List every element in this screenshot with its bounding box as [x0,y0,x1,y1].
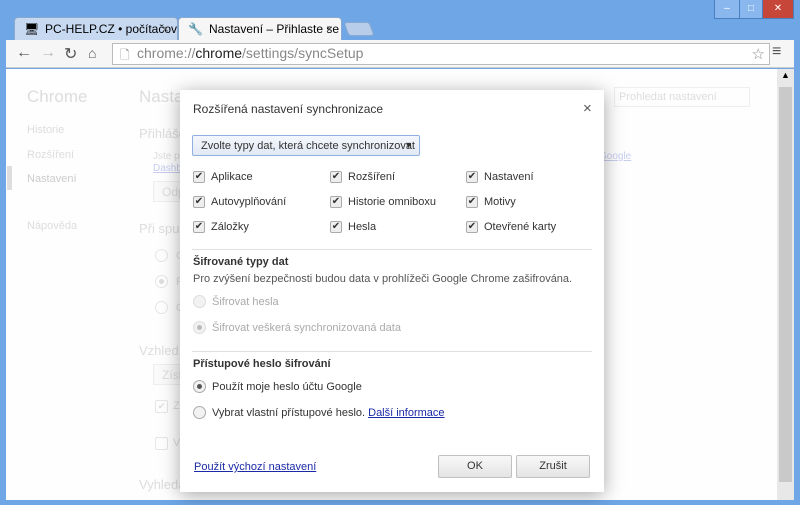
datatype-label: Otevřené karty [484,221,557,233]
menu-icon[interactable]: ≡ [772,43,781,61]
sidebar-item-settings[interactable]: Nastavení [27,173,77,185]
maximize-button[interactable]: □ [739,0,763,19]
custom-passphrase-radio[interactable] [193,406,206,419]
home-button[interactable]: ⌂ [88,45,96,61]
datatype-checkbox[interactable]: ✔ [466,171,478,183]
brand-title: Chrome [27,87,88,106]
use-google-password-radio[interactable] [193,380,206,393]
tab-pc-help[interactable]: 🖥 PC-HELP.CZ • počítačové × [14,17,178,41]
scrollbar[interactable]: ▲ [777,69,794,500]
datatype-label: Aplikace [211,171,253,183]
sidebar-item-extensions[interactable]: Rozšíření [27,149,74,161]
encrypted-heading: Šifrované typy dat [193,256,289,268]
datatype-checkbox[interactable]: ✔ [330,221,342,233]
toolbar: ← → ↻ ⌂ 🗋 chrome://chrome/settings/syncS… [6,40,794,68]
chevron-down-icon: ▼ [404,140,413,150]
show-home-label: Z [173,400,180,412]
dashboard-link[interactable]: Dashb [153,163,182,174]
wrench-icon: 🔧 [188,22,203,36]
sidebar-item-help[interactable]: Nápověda [27,220,77,232]
datatype-label: Motivy [484,196,516,208]
back-button[interactable]: ← [16,44,32,62]
cancel-button[interactable]: Zrušit [516,455,590,478]
startup-radio[interactable] [155,275,168,288]
divider [192,249,592,250]
tab-title: PC-HELP.CZ • počítačové [45,22,178,36]
datatype-label: Nastavení [484,171,534,183]
encrypted-description: Pro zvýšení bezpečnosti budou data v pro… [193,273,573,285]
startup-radio[interactable] [155,301,168,314]
tab-settings[interactable]: 🔧 Nastavení – Přihlaste se pc × [178,17,342,42]
passphrase-heading: Přístupové heslo šifrování [193,358,331,370]
datatype-checkbox[interactable]: ✔ [466,196,478,208]
datatype-checkbox[interactable]: ✔ [466,221,478,233]
sync-settings-dialog: Rozšířená nastavení synchronizace × Zvol… [180,90,604,492]
datatype-checkbox[interactable]: ✔ [193,171,205,183]
datatype-label: Historie omniboxu [348,196,437,208]
close-icon[interactable]: × [583,100,592,117]
section-appearance: Vzhled [139,343,179,358]
datatype-label: Rozšíření [348,171,396,183]
section-search: Vyhledá [139,477,186,492]
use-defaults-link[interactable]: Použít výchozí nastavení [194,461,316,473]
encrypt-passwords-label: Šifrovat hesla [212,296,279,308]
new-tab-button[interactable] [343,22,375,36]
dropdown-label: Zvolte typy dat, která chcete synchroniz… [201,140,415,152]
datatype-checkbox[interactable]: ✔ [193,221,205,233]
forward-button[interactable]: → [40,44,56,62]
custom-passphrase-label: Vybrat vlastní přístupové heslo. [212,407,366,419]
reload-button[interactable]: ↻ [64,44,77,64]
datatype-checkbox[interactable]: ✔ [330,171,342,183]
divider [192,351,592,352]
star-icon[interactable]: ☆ [752,45,765,63]
ok-button[interactable]: OK [438,455,512,478]
dialog-title: Rozšířená nastavení synchronizace [193,102,384,116]
encrypt-all-radio[interactable] [193,321,206,334]
signin-text: Jste p [153,151,180,162]
startup-radio[interactable] [155,249,168,262]
encrypt-passwords-radio[interactable] [193,295,206,308]
scroll-up-icon[interactable]: ▲ [781,70,790,80]
show-home-checkbox[interactable]: ✔ [155,400,168,413]
encrypt-all-label: Šifrovat veškerá synchronizovaná data [212,322,401,334]
tab-title: Nastavení – Přihlaste se pc [209,22,342,36]
datatype-checkbox[interactable]: ✔ [330,196,342,208]
search-settings-input[interactable]: Prohledat nastavení [614,87,750,107]
datatype-label: Autovyplňování [211,196,287,208]
datatype-label: Hesla [348,221,377,233]
close-tab-icon[interactable]: × [326,22,333,36]
learn-more-link[interactable]: Další informace [368,407,444,419]
datatype-label: Záložky [211,221,249,233]
sidebar-item-history[interactable]: Historie [27,124,64,136]
scrollbar-thumb[interactable] [779,87,792,482]
minimize-button[interactable]: – [714,0,740,19]
close-tab-icon[interactable]: × [162,22,169,36]
datatype-dropdown[interactable]: Zvolte typy dat, která chcete synchroniz… [192,135,420,156]
datatype-checkbox[interactable]: ✔ [193,196,205,208]
page-icon: 🗋 [120,48,130,62]
address-bar[interactable]: 🗋 chrome://chrome/settings/syncSetup ☆ [112,43,770,65]
close-window-button[interactable]: ✕ [762,0,794,19]
active-indicator [7,166,12,190]
show-bookmarks-checkbox[interactable] [155,437,168,450]
computer-icon: 🖥 [24,22,40,36]
use-google-password-label: Použít moje heslo účtu Google [212,381,362,393]
